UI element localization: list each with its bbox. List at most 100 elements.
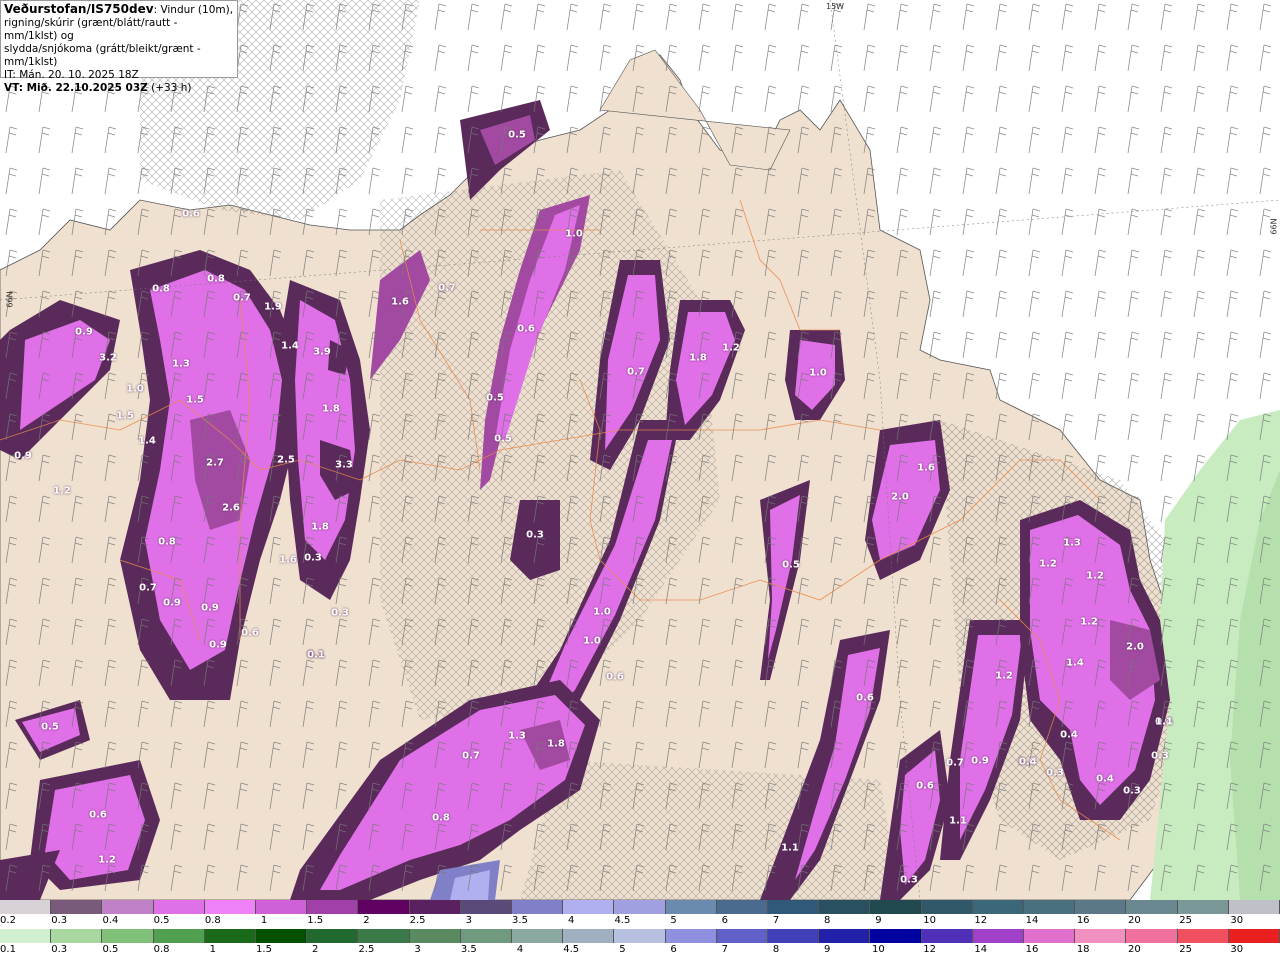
- precip-value-label: 3.2: [99, 352, 117, 364]
- colorbar-rain-swatch: [512, 929, 564, 943]
- colorbar-snow-tick-label: 12: [974, 915, 988, 926]
- colorbar-rain-swatch: [307, 929, 359, 943]
- precip-value-label: 1.5: [116, 410, 134, 422]
- colorbar-snow-swatch: [307, 900, 359, 914]
- colorbar-rain-tick-label: 25: [1179, 944, 1192, 955]
- colorbar-rain-swatches: [0, 929, 1280, 943]
- colorbar-rain-tick-label: 18: [1076, 944, 1090, 955]
- wind-barbs: [0, 0, 1280, 900]
- precip-value-label: 0.4: [1060, 729, 1078, 741]
- colorbar-snow-tick-label: 1.5: [307, 915, 324, 926]
- valid-time-label: VT: Mið. 22.10.2025 03Z: [4, 82, 148, 94]
- colorbar-snow-tick-label: 0.8: [204, 915, 221, 926]
- precip-value-label: 1.0: [126, 383, 144, 395]
- precip-value-label: 1.4: [1066, 657, 1084, 669]
- precip-value-label: 0.7: [462, 750, 480, 762]
- precip-value-label: 2.0: [891, 491, 909, 503]
- colorbar-snow-swatch: [358, 900, 410, 914]
- precip-value-label: 1.2: [53, 485, 71, 497]
- colorbar-snow-swatch: [819, 900, 871, 914]
- colorbar-snow-swatch: [1075, 900, 1127, 914]
- colorbar-snow-tick-label: 20: [1128, 915, 1141, 926]
- colorbar-snow-tick-label: 5: [670, 915, 677, 926]
- colorbar-snow-tick-label: 25: [1179, 915, 1192, 926]
- colorbar-rain-swatch: [153, 929, 205, 943]
- precip-value-label: 0.8: [207, 273, 225, 285]
- precip-value-label: 0.5: [41, 721, 59, 733]
- lat-label-right: 66N: [1269, 218, 1279, 235]
- title-line-1: Veðurstofan/IS750dev: Vindur (10m),: [4, 3, 234, 17]
- precip-value-label: 1.4: [138, 435, 156, 447]
- colorbar-rain-tick-label: 4.5: [563, 944, 580, 955]
- precip-value-label: 0.4: [1019, 756, 1037, 768]
- colorbar-rain-swatch: [716, 929, 769, 943]
- precip-value-label: 1.3: [1063, 537, 1081, 549]
- precip-value-label: 0.9: [163, 597, 181, 609]
- title-line-1-rest: : Vindur (10m),: [153, 4, 234, 16]
- precip-value-label: 1.2: [722, 342, 740, 354]
- colorbar-rain-swatch: [921, 929, 973, 943]
- colorbar-snow-tick-label: 8: [824, 915, 831, 926]
- precip-value-label: 1.2: [98, 854, 116, 866]
- precip-value-label: 0.5: [782, 559, 800, 571]
- colorbar-snow-tick-label: 0.2: [0, 915, 16, 926]
- precip-value-label: 0.7: [946, 757, 964, 769]
- colorbar-rain-tick-label: 6: [670, 944, 677, 955]
- precip-value-label: 0.7: [139, 582, 157, 594]
- precip-value-label: 1.9: [264, 301, 282, 313]
- precip-value-label: 1.6: [917, 462, 935, 474]
- colorbar-snow: 0.2 0.3 0.4 0.5 0.8 1 1.5 2 2.5 3 3.5 4 4.5 5 6 7 8 9 10 12…: [0, 900, 1280, 929]
- colorbar-rain-tick-label: 14: [974, 944, 988, 955]
- colorbar-rain-tick-label: 5: [619, 944, 626, 955]
- precip-value-label: 0.3: [304, 552, 322, 564]
- precip-value-label: 0.3: [1123, 785, 1141, 797]
- precip-value-label: 0.7: [438, 282, 456, 294]
- colorbar-rain-tick-label: 9: [824, 944, 831, 955]
- precip-value-label: 2.6: [222, 502, 240, 514]
- init-time: IT: Mán. 20. 10. 2025 18Z: [4, 69, 139, 81]
- precip-value-label: 0.5: [486, 392, 504, 404]
- precip-value-label: 1.2: [1086, 570, 1104, 582]
- precip-value-label: 1.6: [391, 296, 409, 308]
- colorbar-rain-tick-label: 3: [414, 944, 421, 955]
- colorbar-rain-swatch: [614, 929, 666, 943]
- model-brand: Veðurstofan/IS750dev: [4, 2, 154, 16]
- colorbar-snow-tick-label: 3.5: [512, 915, 528, 926]
- precip-value-label: 0.8: [152, 283, 170, 295]
- precip-value-label: 0.8: [158, 536, 176, 548]
- precip-value-label: 0.7: [233, 292, 251, 304]
- colorbar-snow-swatch: [563, 900, 615, 914]
- colorbar-rain-tick-label: 0.1: [0, 944, 16, 955]
- title-line-2: rigning/skúrir (grænt/blátt/rautt - mm/1…: [4, 17, 178, 42]
- precip-value-label: 2.0: [1126, 641, 1144, 653]
- colorbar-snow-swatch: [102, 900, 154, 914]
- colorbar-snow-swatch: [153, 900, 205, 914]
- colorbar-rain-tick-label: 7: [721, 944, 728, 955]
- precip-value-label: 1.3: [172, 358, 190, 370]
- title-box: Veðurstofan/IS750dev: Vindur (10m), rign…: [0, 0, 238, 94]
- colorbar-snow-swatch: [1024, 900, 1076, 914]
- colorbar-rain-swatch: [819, 929, 871, 943]
- colorbar-rain-tick-label: 12: [923, 944, 936, 955]
- colorbar-snow-tick-label: 9: [875, 915, 882, 926]
- colorbar-snow-tick-label: 0.5: [153, 915, 170, 926]
- colorbar-rain-swatch: [409, 929, 461, 943]
- precip-value-label: 0.6: [517, 323, 535, 335]
- weather-map[interactable]: 15W 66N 66N 0.5 0.6 0.8 0.8 0.7 1.9 0.9 3.2 1.3 1…: [0, 0, 1280, 900]
- precip-value-label: 1.8: [689, 352, 707, 364]
- colorbar-snow-swatch: [614, 900, 666, 914]
- precip-value-label: 2.5: [277, 454, 295, 466]
- precip-value-label: 0.9: [75, 326, 93, 338]
- colorbar-snow-tick-label: 7: [772, 915, 780, 926]
- colorbar-rain-swatch: [358, 929, 410, 943]
- map-canvas: [0, 0, 1280, 900]
- colorbar-snow-tick-label: 16: [1076, 915, 1090, 926]
- precip-value-label: 0.9: [201, 602, 219, 614]
- colorbar-snow-swatch: [921, 900, 973, 914]
- colorbar-snow-swatch: [409, 900, 461, 914]
- colorbar-rain-swatch: [1075, 929, 1127, 943]
- precip-value-label: 3.9: [313, 346, 331, 358]
- colorbar-snow-swatch: [870, 900, 922, 914]
- precip-value-label: 0.4: [1096, 773, 1114, 785]
- precip-value-label: 0.5: [494, 433, 512, 445]
